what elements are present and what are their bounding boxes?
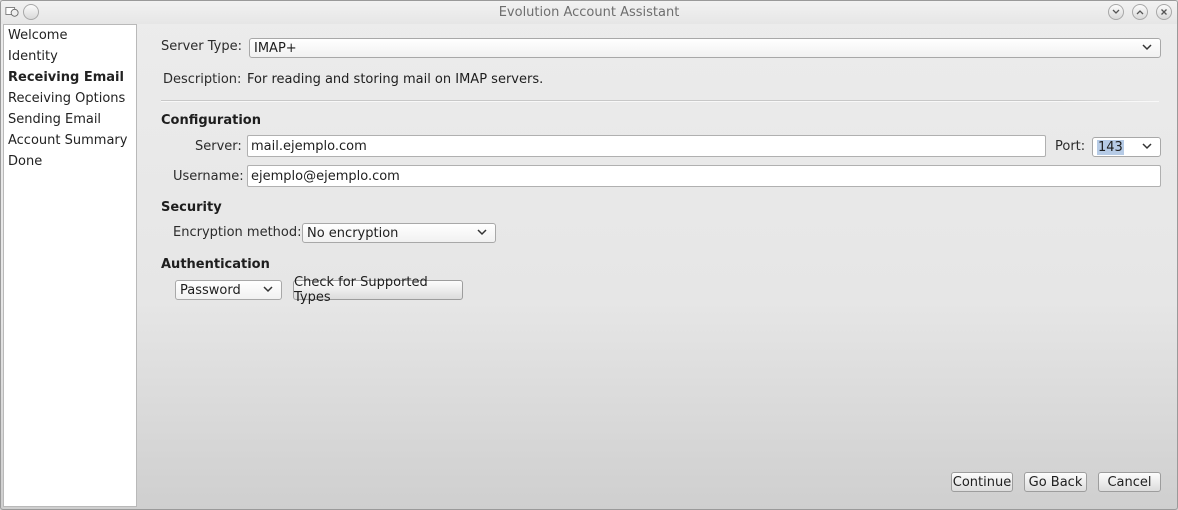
username-value: ejemplo@ejemplo.com	[251, 168, 400, 184]
sidebar-item-identity[interactable]: Identity	[4, 46, 136, 67]
title-bar[interactable]: Evolution Account Assistant	[1, 1, 1177, 24]
sidebar-item-done[interactable]: Done	[4, 151, 136, 172]
minimize-icon[interactable]	[1108, 4, 1124, 20]
sidebar-item-sending-email[interactable]: Sending Email	[4, 109, 136, 130]
separator	[161, 100, 1159, 102]
server-value: mail.ejemplo.com	[251, 138, 367, 154]
encryption-method-value: No encryption	[307, 225, 399, 241]
server-label: Server:	[195, 139, 242, 154]
server-type-label: Server Type:	[161, 39, 243, 54]
encryption-method-label: Encryption method:	[173, 225, 302, 240]
sidebar-item-receiving-email[interactable]: Receiving Email	[4, 67, 136, 88]
sidebar-item-account-summary[interactable]: Account Summary	[4, 130, 136, 151]
configuration-heading: Configuration	[161, 113, 261, 128]
sidebar-item-receiving-options[interactable]: Receiving Options	[4, 88, 136, 109]
assistant-window: Evolution Account Assistant Welcome Iden…	[0, 0, 1178, 510]
sidebar-item-welcome[interactable]: Welcome	[4, 25, 136, 46]
authentication-method-select[interactable]: Password	[175, 280, 282, 300]
port-combo[interactable]: 143	[1092, 137, 1161, 157]
close-icon[interactable]	[1156, 4, 1172, 20]
encryption-method-select[interactable]: No encryption	[302, 223, 496, 243]
username-field[interactable]: ejemplo@ejemplo.com	[247, 165, 1161, 187]
security-heading: Security	[161, 200, 222, 215]
chevron-down-icon	[263, 283, 273, 296]
server-type-select[interactable]: IMAP+	[249, 38, 1161, 58]
username-label: Username:	[173, 169, 244, 184]
check-supported-types-button[interactable]: Check for Supported Types	[293, 275, 463, 305]
cancel-button[interactable]: Cancel	[1098, 472, 1161, 492]
server-field[interactable]: mail.ejemplo.com	[247, 135, 1046, 157]
description-label: Description:	[163, 72, 242, 87]
server-type-value: IMAP+	[254, 40, 297, 56]
chevron-down-icon	[477, 226, 487, 239]
authentication-heading: Authentication	[161, 257, 270, 272]
chevron-down-icon	[1142, 140, 1152, 153]
window-title: Evolution Account Assistant	[498, 5, 680, 20]
maximize-icon[interactable]	[1132, 4, 1148, 20]
chevron-down-icon	[1142, 41, 1152, 54]
port-value: 143	[1097, 139, 1124, 155]
description-text: For reading and storing mail on IMAP ser…	[247, 72, 544, 87]
port-label: Port:	[1055, 139, 1086, 154]
go-back-button[interactable]: Go Back	[1024, 472, 1087, 492]
steps-sidebar: Welcome Identity Receiving Email Receivi…	[3, 24, 137, 507]
continue-button[interactable]: Continue	[951, 472, 1013, 492]
authentication-method-value: Password	[180, 282, 241, 298]
